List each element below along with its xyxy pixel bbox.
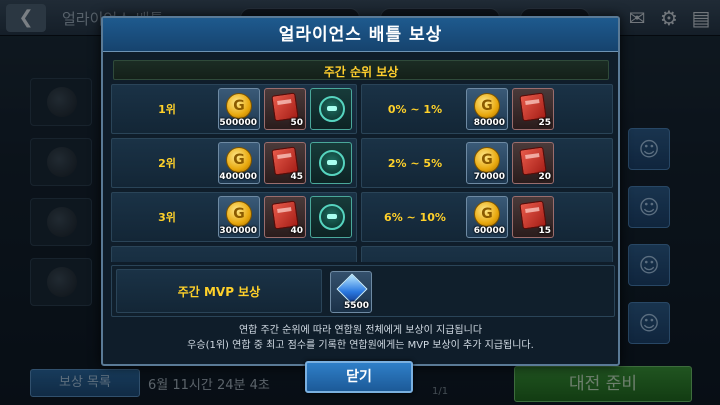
gold-coin-icon: G: [226, 147, 252, 173]
reward-qty: 80000: [473, 118, 505, 128]
rank-row: 3위 G 300000 40 6% ~ 10% G 60000 15: [111, 192, 613, 242]
helmet-icon: [319, 150, 345, 176]
rank-label: 2위: [158, 157, 176, 170]
rank-percent-label: 2% ~ 5%: [387, 157, 443, 170]
rank-percent-label: 6% ~ 10%: [384, 211, 446, 224]
rank-reward-list[interactable]: 1위 G 500000 50 0% ~ 1% G 80000 25 2위 G 4…: [111, 84, 613, 262]
rank-cell-right: [361, 246, 613, 262]
weekly-rank-header-label: 주간 순위 보상: [323, 65, 399, 79]
reward-qty: 70000: [473, 172, 505, 182]
reward-item[interactable]: [310, 142, 352, 184]
reward-qty: 400000: [219, 172, 257, 182]
rank-percent-label: 0% ~ 1%: [387, 103, 443, 116]
modal-header: 얼라이언스 배틀 보상: [103, 18, 618, 52]
rank-label: 3위: [158, 211, 176, 224]
reward-notes: 연합 주간 순위에 따라 연합원 전체에게 보상이 지급됩니다 우승(1위) 연…: [103, 323, 618, 353]
reward-qty: 500000: [219, 118, 257, 128]
note-line: 연합 주간 순위에 따라 연합원 전체에게 보상이 지급됩니다: [238, 325, 483, 336]
reward-item[interactable]: [310, 88, 352, 130]
note-line: 우승(1위) 연합 중 최고 점수를 기록한 연합원에게는 MVP 보상이 추가…: [187, 340, 534, 351]
rank-cell-left: 3위 G 300000 40: [111, 192, 357, 242]
reward-qty: 300000: [219, 226, 257, 236]
reward-item[interactable]: 25: [512, 88, 554, 130]
reward-item[interactable]: G 60000: [466, 196, 508, 238]
rank-cell-right: 6% ~ 10% G 60000 15: [361, 192, 613, 242]
reward-item[interactable]: 45: [264, 142, 306, 184]
gold-coin-icon: G: [226, 93, 252, 119]
reward-item[interactable]: G 300000: [218, 196, 260, 238]
gold-coin-icon: G: [474, 93, 500, 119]
mvp-label-box: 주간 MVP 보상: [116, 269, 322, 313]
reward-modal: 얼라이언스 배틀 보상 주간 순위 보상 1위 G 500000 50 0% ~…: [101, 16, 620, 366]
rank-row-partial: [111, 246, 613, 262]
helmet-icon: [319, 96, 345, 122]
close-button[interactable]: 닫기: [305, 361, 413, 393]
rank-row: 2위 G 400000 45 2% ~ 5% G 70000 20: [111, 138, 613, 188]
rank-cell-left: 2위 G 400000 45: [111, 138, 357, 188]
reward-qty: 15: [538, 226, 551, 236]
reward-item[interactable]: [310, 196, 352, 238]
reward-item[interactable]: G 500000: [218, 88, 260, 130]
weekly-rank-header: 주간 순위 보상: [113, 60, 609, 80]
gold-coin-icon: G: [474, 201, 500, 227]
mvp-reward-row: 주간 MVP 보상 5500: [111, 265, 615, 317]
mvp-label: 주간 MVP 보상: [177, 285, 261, 299]
reward-item[interactable]: 20: [512, 142, 554, 184]
reward-qty: 40: [290, 226, 303, 236]
reward-qty: 60000: [473, 226, 505, 236]
rank-cell-right: 0% ~ 1% G 80000 25: [361, 84, 613, 134]
gold-coin-icon: G: [226, 201, 252, 227]
reward-qty: 20: [538, 172, 551, 182]
reward-item[interactable]: 15: [512, 196, 554, 238]
reward-qty: 5500: [343, 301, 369, 311]
helmet-icon: [319, 204, 345, 230]
modal-title: 얼라이언스 배틀 보상: [278, 25, 443, 45]
reward-item[interactable]: 40: [264, 196, 306, 238]
reward-item[interactable]: G 400000: [218, 142, 260, 184]
reward-item[interactable]: 5500: [330, 271, 372, 313]
rank-label: 1위: [158, 103, 176, 116]
rank-cell-left: [111, 246, 357, 262]
reward-qty: 45: [290, 172, 303, 182]
reward-item[interactable]: G 80000: [466, 88, 508, 130]
rank-cell-left: 1위 G 500000 50: [111, 84, 357, 134]
gold-coin-icon: G: [474, 147, 500, 173]
reward-qty: 25: [538, 118, 551, 128]
crystal-icon: [336, 273, 368, 305]
reward-item[interactable]: G 70000: [466, 142, 508, 184]
reward-qty: 50: [290, 118, 303, 128]
rank-row: 1위 G 500000 50 0% ~ 1% G 80000 25: [111, 84, 613, 134]
rank-cell-right: 2% ~ 5% G 70000 20: [361, 138, 613, 188]
reward-item[interactable]: 50: [264, 88, 306, 130]
